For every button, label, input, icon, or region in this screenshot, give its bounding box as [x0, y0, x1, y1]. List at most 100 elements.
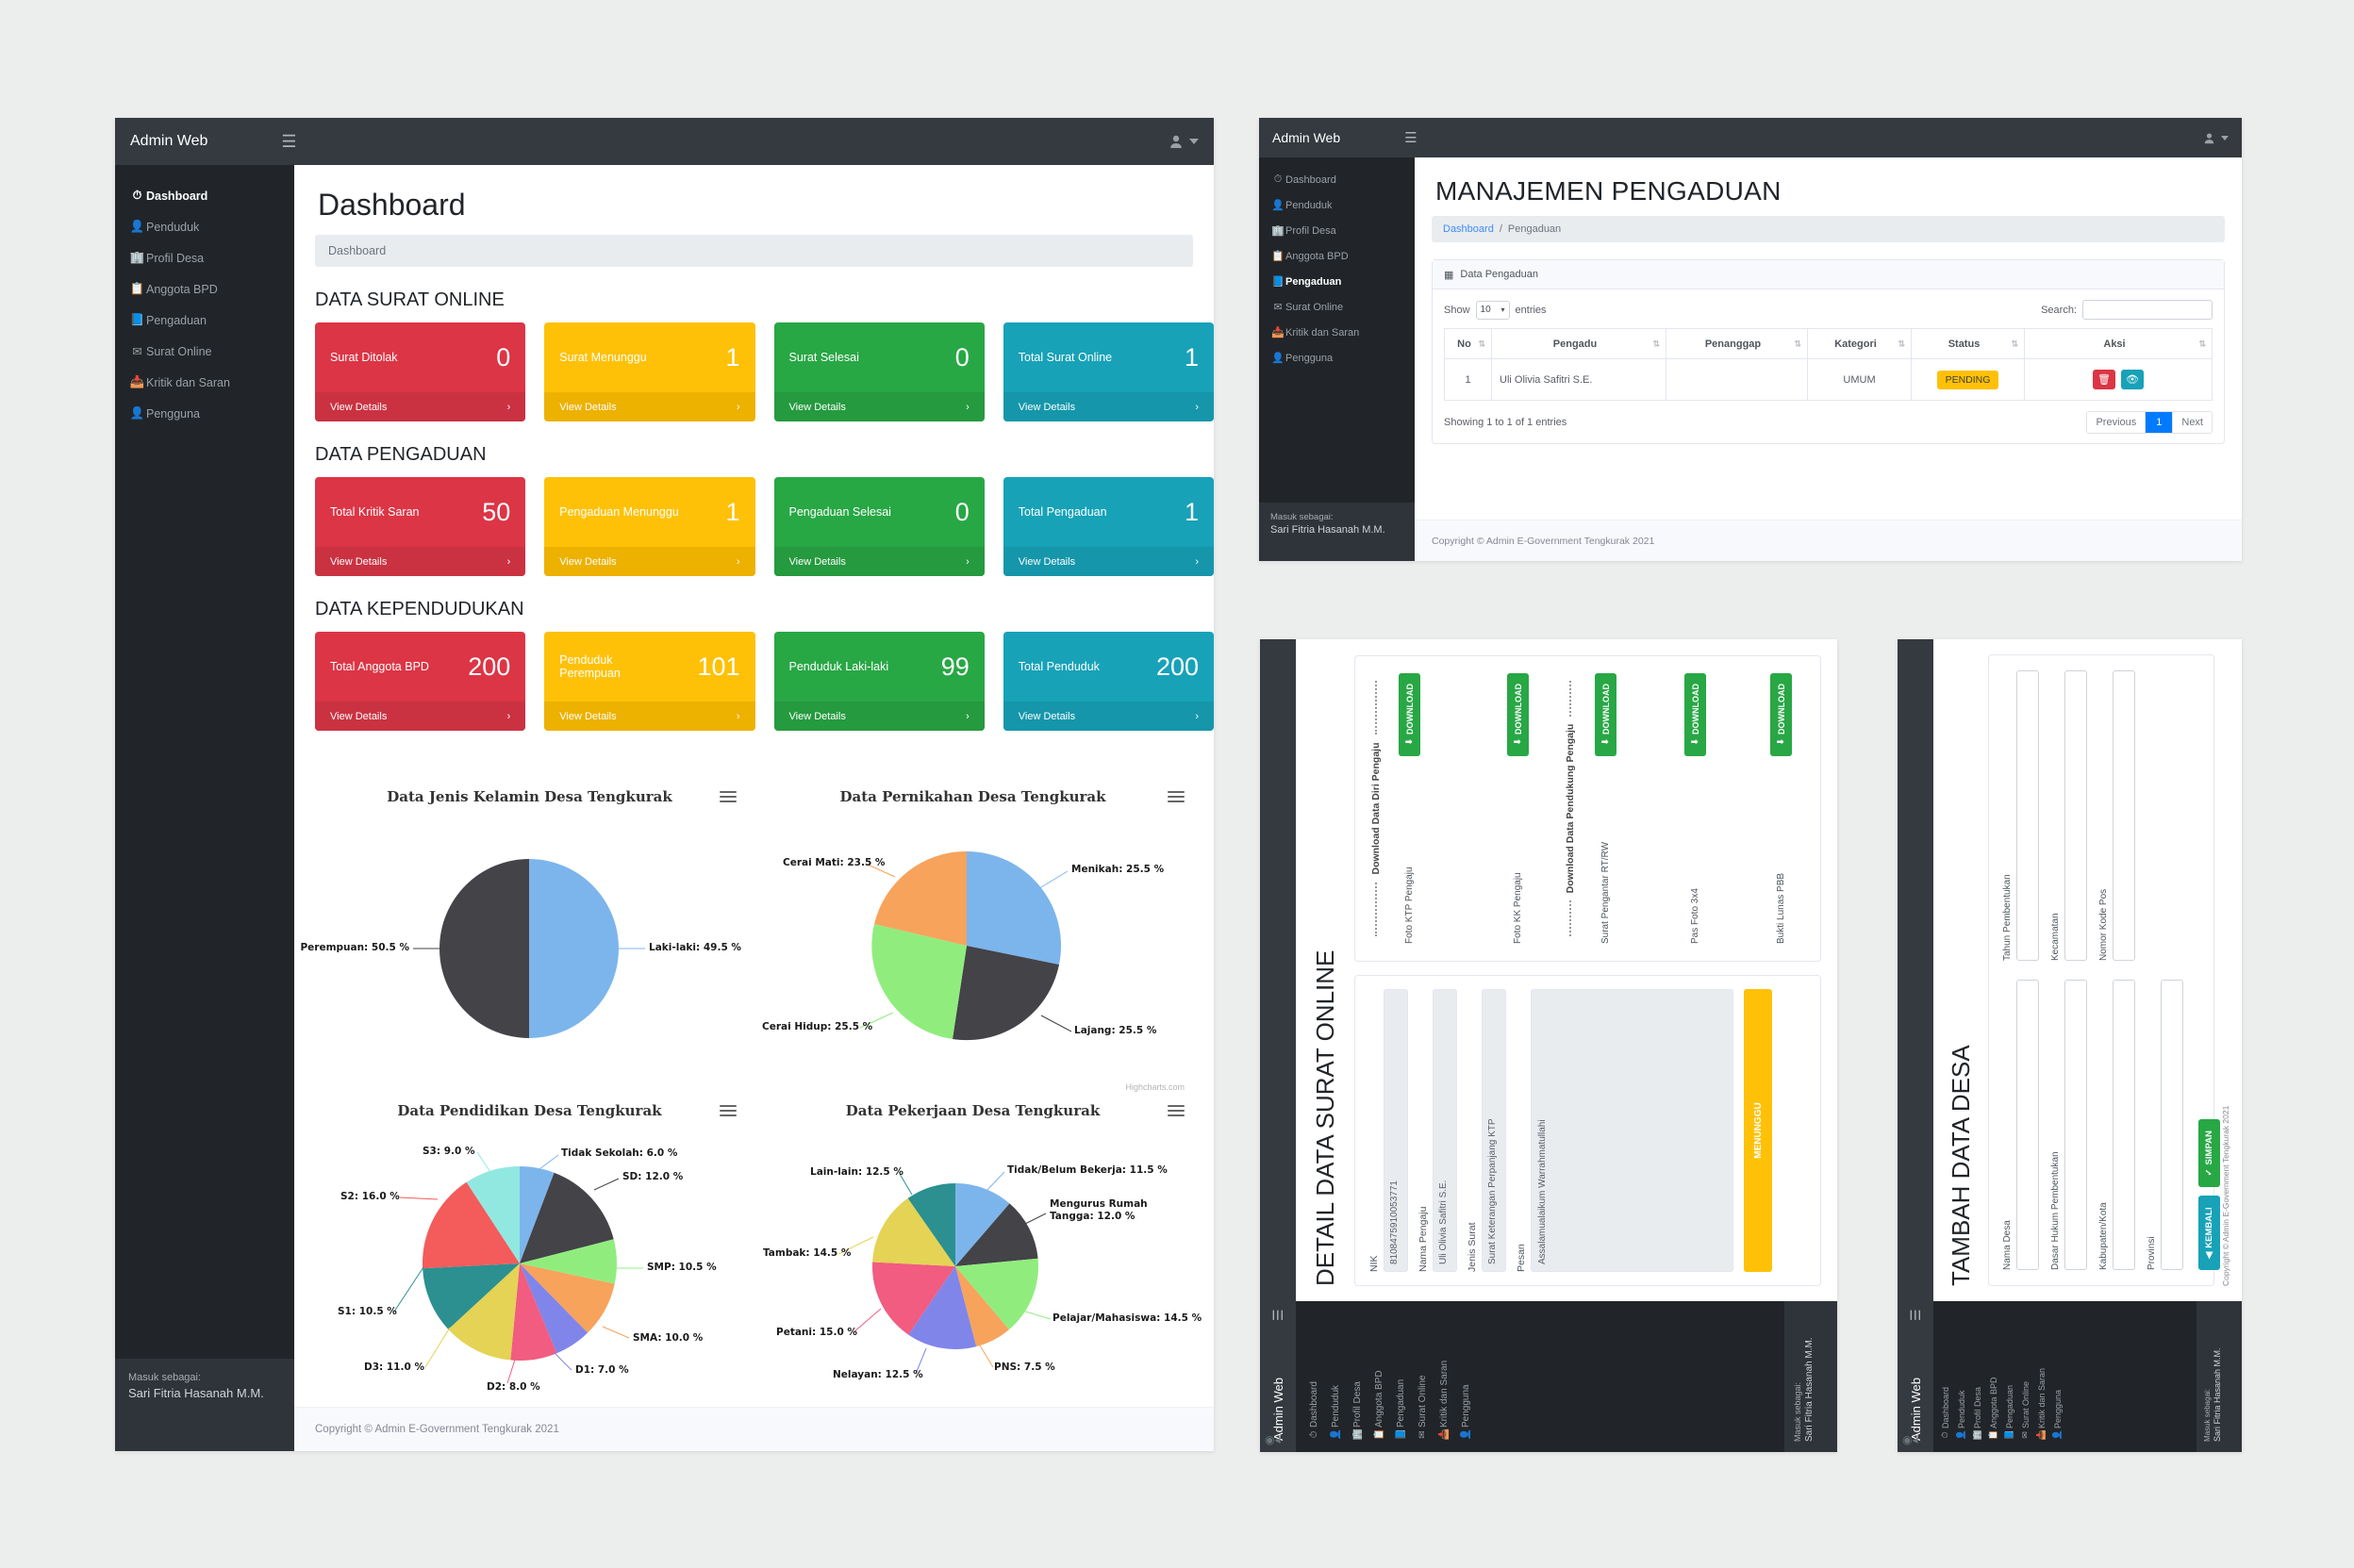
sidebar-item-kritik-dan-saran[interactable]: 📥 Kritik dan Saran: [115, 367, 294, 398]
sidebar-item-kritik-dan-saran[interactable]: 📥 Kritik dan Saran: [2033, 1301, 2049, 1452]
user-menu[interactable]: [1169, 134, 1199, 149]
col-aksi[interactable]: Aksi ⇅: [2024, 328, 2213, 359]
field-value-nama-pengaju[interactable]: Uli Olivia Safitri S.E.: [1433, 989, 1457, 1272]
stat-card-surat-selesai[interactable]: Surat Selesai 0 View Details ›: [773, 322, 985, 421]
pie-area: Menikah: 25.5 % Lajang: 25.5 % Cerai Hid…: [754, 813, 1192, 1079]
topbar: Admin Web ☰: [1259, 118, 2242, 157]
stat-card-pengaduan-menunggu[interactable]: Pengaduan Menunggu 1 View Details ›: [544, 477, 755, 576]
user-icon: [1170, 135, 1182, 148]
sidebar-item-surat-online[interactable]: ✉ Surat Online: [1259, 294, 1415, 320]
col-pengadu[interactable]: Pengadu ⇅: [1491, 328, 1666, 359]
view-button[interactable]: 👁: [2121, 370, 2145, 389]
scroll-indicator[interactable]: ◉◂: [1902, 1433, 1918, 1446]
pie-area: Tidak Sekolah: 6.0 % SD: 12.0 % SMP: 10.…: [315, 1127, 744, 1410]
sidebar-item-pengguna[interactable]: 👤 Pengguna: [115, 398, 294, 429]
field-input-kabupaten[interactable]: [2113, 980, 2135, 1270]
delete-button[interactable]: 🗑: [2092, 370, 2115, 389]
hamburger-icon[interactable]: ☰: [1908, 1309, 1924, 1321]
field-value-jenis-surat[interactable]: Surat Keterangan Perpanjang KTP: [1482, 989, 1506, 1272]
stat-card-total-surat-online[interactable]: Total Surat Online 1 View Details ›: [1003, 322, 1214, 421]
stat-card-pengaduan-selesai[interactable]: Pengaduan Selesai 0 View Details ›: [773, 477, 985, 576]
download-button-kk[interactable]: ⬇ DOWNLOAD: [1507, 673, 1529, 756]
col-label: Pengadu: [1552, 338, 1598, 350]
sidebar-login-user: Sari Fitria Hasanah M.M.: [128, 1386, 264, 1400]
sidebar-item-penduduk[interactable]: 👤 Penduduk: [1259, 192, 1415, 218]
sidebar: ⏱ Dashboard 👤 Penduduk 🏢 Profil Desa 📋 A…: [115, 165, 294, 1451]
sidebar-item-pengguna[interactable]: 👤 Pengguna: [1455, 1301, 1477, 1452]
col-no[interactable]: No ⇅: [1444, 328, 1492, 359]
chart-menu-icon[interactable]: [1168, 1102, 1185, 1119]
sidebar-item-kritik-dan-saran[interactable]: 📥 Kritik dan Saran: [1434, 1301, 1455, 1452]
simpan-button[interactable]: ✓ SIMPAN: [2198, 1119, 2220, 1188]
sidebar-item-pengguna[interactable]: 👤 Pengguna: [1259, 345, 1415, 371]
col-penanggap[interactable]: Penanggap ⇅: [1666, 328, 1808, 359]
col-status[interactable]: Status ⇅: [1911, 328, 2025, 359]
chart-menu-icon[interactable]: [720, 788, 737, 805]
user-menu[interactable]: [2203, 132, 2229, 144]
hamburger-icon[interactable]: ☰: [281, 132, 296, 152]
sidebar-item-profil-desa[interactable]: 🏢 Profil Desa: [1969, 1301, 1985, 1452]
download-button-pasfoto[interactable]: ⬇ DOWNLOAD: [1684, 673, 1706, 756]
sidebar-item-profil-desa[interactable]: 🏢 Profil Desa: [115, 242, 294, 273]
download-label: Foto KK Pengaju: [1513, 872, 1523, 944]
sidebar-item-anggota-bpd[interactable]: 📋 Anggota BPD: [1259, 243, 1415, 269]
field-input-kode-pos[interactable]: [2113, 670, 2135, 961]
stat-card-total-kritik-saran[interactable]: Total Kritik Saran 50 View Details ›: [315, 477, 526, 576]
sidebar-item-dashboard[interactable]: ⏱ Dashboard: [115, 180, 294, 211]
download-button-pbb[interactable]: ⬇ DOWNLOAD: [1770, 673, 1792, 756]
stat-card-penduduk-perempuan[interactable]: Penduduk Perempuan 101 View Details ›: [544, 632, 755, 731]
stat-card-penduduk-laki-laki[interactable]: Penduduk Laki-laki 99 View Details ›: [773, 632, 985, 731]
entries-select[interactable]: 10 ▾: [1475, 300, 1510, 320]
sidebar-item-penduduk[interactable]: 👤 Penduduk: [115, 211, 294, 242]
sidebar-item-label: Surat Online: [1417, 1375, 1428, 1428]
pagination-previous[interactable]: Previous: [2087, 412, 2147, 433]
search-input[interactable]: [2082, 300, 2213, 320]
sidebar-item-surat-online[interactable]: ✉ Surat Online: [115, 336, 294, 367]
sidebar-item-pengaduan[interactable]: 📘 Pengaduan: [115, 305, 294, 336]
stat-card-total-anggota-bpd[interactable]: Total Anggota BPD 200 View Details ›: [315, 632, 526, 731]
chart-menu-icon[interactable]: [720, 1102, 737, 1119]
sidebar-item-anggota-bpd[interactable]: 📋 Anggota BPD: [1985, 1301, 2001, 1452]
sidebar-item-anggota-bpd[interactable]: 📋 Anggota BPD: [115, 273, 294, 305]
sidebar-item-kritik-dan-saran[interactable]: 📥 Kritik dan Saran: [1259, 320, 1415, 345]
stat-card-total-penduduk[interactable]: Total Penduduk 200 View Details ›: [1003, 632, 1214, 731]
field-input-tahun-pembentukan[interactable]: [2016, 670, 2039, 961]
sidebar-item-surat-online[interactable]: ✉ Surat Online: [1412, 1301, 1434, 1452]
stat-card-surat-menunggu[interactable]: Surat Menunggu 1 View Details ›: [544, 322, 755, 421]
sidebar-item-surat-online[interactable]: ✉ Surat Online: [2017, 1301, 2033, 1452]
envelope-icon: ✉: [132, 345, 142, 358]
col-kategori[interactable]: Kategori ⇅: [1807, 328, 1912, 359]
hamburger-icon[interactable]: ☰: [1270, 1309, 1286, 1321]
sidebar-item-pengaduan[interactable]: 📘 Pengaduan: [1259, 269, 1415, 294]
scroll-indicator[interactable]: ◉◂: [1265, 1433, 1281, 1446]
chart-menu-icon[interactable]: [1168, 788, 1185, 805]
sidebar-item-dashboard[interactable]: ⏱ Dashboard: [1937, 1301, 1953, 1452]
sidebar-item-profil-desa[interactable]: 🏢 Profil Desa: [1347, 1301, 1368, 1452]
sidebar-item-profil-desa[interactable]: 🏢 Profil Desa: [1259, 218, 1415, 243]
sidebar-item-penduduk[interactable]: 👤 Penduduk: [1953, 1301, 1969, 1452]
sidebar-item-pengaduan[interactable]: 📘 Pengaduan: [2001, 1301, 2017, 1452]
field-value-pesan[interactable]: Assalamualaikum Warrahmatullahi: [1531, 989, 1733, 1272]
stat-card-total-pengaduan[interactable]: Total Pengaduan 1 View Details ›: [1003, 477, 1214, 576]
field-value-nik[interactable]: 8108475910053771: [1384, 989, 1408, 1272]
kembali-button[interactable]: ◀ KEMBALI: [2198, 1196, 2220, 1270]
sidebar-item-penduduk[interactable]: 👤 Penduduk: [1325, 1301, 1347, 1452]
field-input-kecamatan[interactable]: [2064, 670, 2087, 961]
field-input-dasar-hukum[interactable]: [2064, 980, 2087, 1270]
stat-card-surat-ditolak[interactable]: Surat Ditolak 0 View Details ›: [315, 322, 526, 421]
hamburger-icon[interactable]: ☰: [1404, 129, 1417, 146]
download-button-ktp[interactable]: ⬇ DOWNLOAD: [1399, 673, 1420, 756]
sidebar-item-anggota-bpd[interactable]: 📋 Anggota BPD: [1368, 1301, 1390, 1452]
field-input-nama-desa[interactable]: [2016, 980, 2039, 1270]
sidebar-item-dashboard[interactable]: ⏱ Dashboard: [1259, 167, 1415, 192]
download-row-pbb: Bukti Lunas PBB ⬇ DOWNLOAD: [1770, 673, 1792, 944]
download-button-pengantar[interactable]: ⬇ DOWNLOAD: [1595, 673, 1616, 756]
pagination-next[interactable]: Next: [2173, 412, 2212, 433]
sidebar-item-dashboard[interactable]: ⏱ Dashboard: [1303, 1301, 1325, 1452]
field-input-provinsi[interactable]: [2161, 980, 2183, 1270]
breadcrumb-link-dashboard[interactable]: Dashboard: [1443, 223, 1494, 235]
sidebar-item-label: Pengaduan: [146, 313, 207, 327]
sidebar-item-pengaduan[interactable]: 📘 Pengaduan: [1390, 1301, 1412, 1452]
pagination-page-1[interactable]: 1: [2146, 412, 2174, 433]
sidebar-item-pengguna[interactable]: 👤 Pengguna: [2049, 1301, 2065, 1452]
